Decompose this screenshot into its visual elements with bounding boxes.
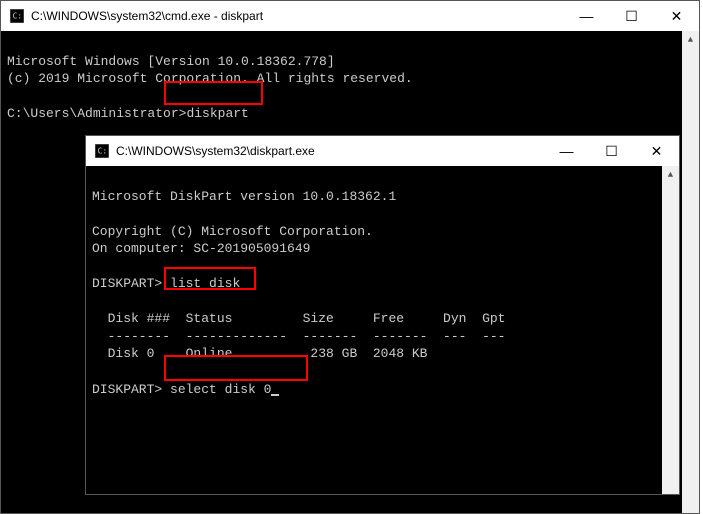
diskpart-computer-line: On computer: SC-201905091649 bbox=[92, 241, 310, 256]
cmd-command: diskpart bbox=[186, 106, 248, 121]
disk-table-row: Disk 0 Online 238 GB 2048 KB bbox=[92, 346, 427, 361]
maximize-button[interactable]: ☐ bbox=[609, 1, 654, 31]
svg-text:C:: C: bbox=[13, 12, 22, 21]
diskpart-icon: C: bbox=[94, 143, 110, 159]
version-line: Microsoft Windows [Version 10.0.18362.77… bbox=[7, 54, 335, 69]
diskpart-titlebar[interactable]: C: C:\WINDOWS\system32\diskpart.exe — ☐ … bbox=[86, 136, 679, 166]
disk-table-header: Disk ### Status Size Free Dyn Gpt bbox=[92, 311, 505, 326]
diskpart-scrollbar[interactable]: ▲ bbox=[662, 166, 679, 494]
diskpart-copyright-line: Copyright (C) Microsoft Corporation. bbox=[92, 224, 373, 239]
diskpart-prompt: DISKPART> bbox=[92, 276, 162, 291]
cmd-titlebar[interactable]: C: C:\WINDOWS\system32\cmd.exe - diskpar… bbox=[1, 1, 699, 31]
disk-table-divider: -------- ------------- ------- ------- -… bbox=[92, 329, 505, 344]
svg-text:C:: C: bbox=[98, 147, 107, 156]
cursor bbox=[271, 394, 279, 396]
diskpart-version-line: Microsoft DiskPart version 10.0.18362.1 bbox=[92, 189, 396, 204]
list-disk-command: list disk bbox=[170, 276, 240, 291]
scroll-up-icon[interactable]: ▲ bbox=[662, 166, 679, 183]
copyright-line: (c) 2019 Microsoft Corporation. All righ… bbox=[7, 71, 413, 86]
cmd-prompt: C:\Users\Administrator> bbox=[7, 106, 186, 121]
cmd-window-controls: — ☐ ✕ bbox=[564, 1, 699, 31]
maximize-button[interactable]: ☐ bbox=[589, 136, 634, 166]
minimize-button[interactable]: — bbox=[544, 136, 589, 166]
minimize-button[interactable]: — bbox=[564, 1, 609, 31]
select-disk-command: select disk 0 bbox=[170, 382, 271, 397]
scroll-up-icon[interactable]: ▲ bbox=[682, 31, 699, 48]
diskpart-window-controls: — ☐ ✕ bbox=[544, 136, 679, 166]
diskpart-prompt: DISKPART> bbox=[92, 382, 162, 397]
cmd-window-title: C:\WINDOWS\system32\cmd.exe - diskpart bbox=[31, 9, 564, 23]
close-button[interactable]: ✕ bbox=[634, 136, 679, 166]
diskpart-window: C: C:\WINDOWS\system32\diskpart.exe — ☐ … bbox=[85, 135, 680, 495]
diskpart-window-title: C:\WINDOWS\system32\diskpart.exe bbox=[116, 144, 544, 158]
close-button[interactable]: ✕ bbox=[654, 1, 699, 31]
cmd-scrollbar[interactable]: ▲ bbox=[682, 31, 699, 513]
cmd-icon: C: bbox=[9, 8, 25, 24]
diskpart-terminal-body[interactable]: Microsoft DiskPart version 10.0.18362.1 … bbox=[86, 166, 679, 494]
